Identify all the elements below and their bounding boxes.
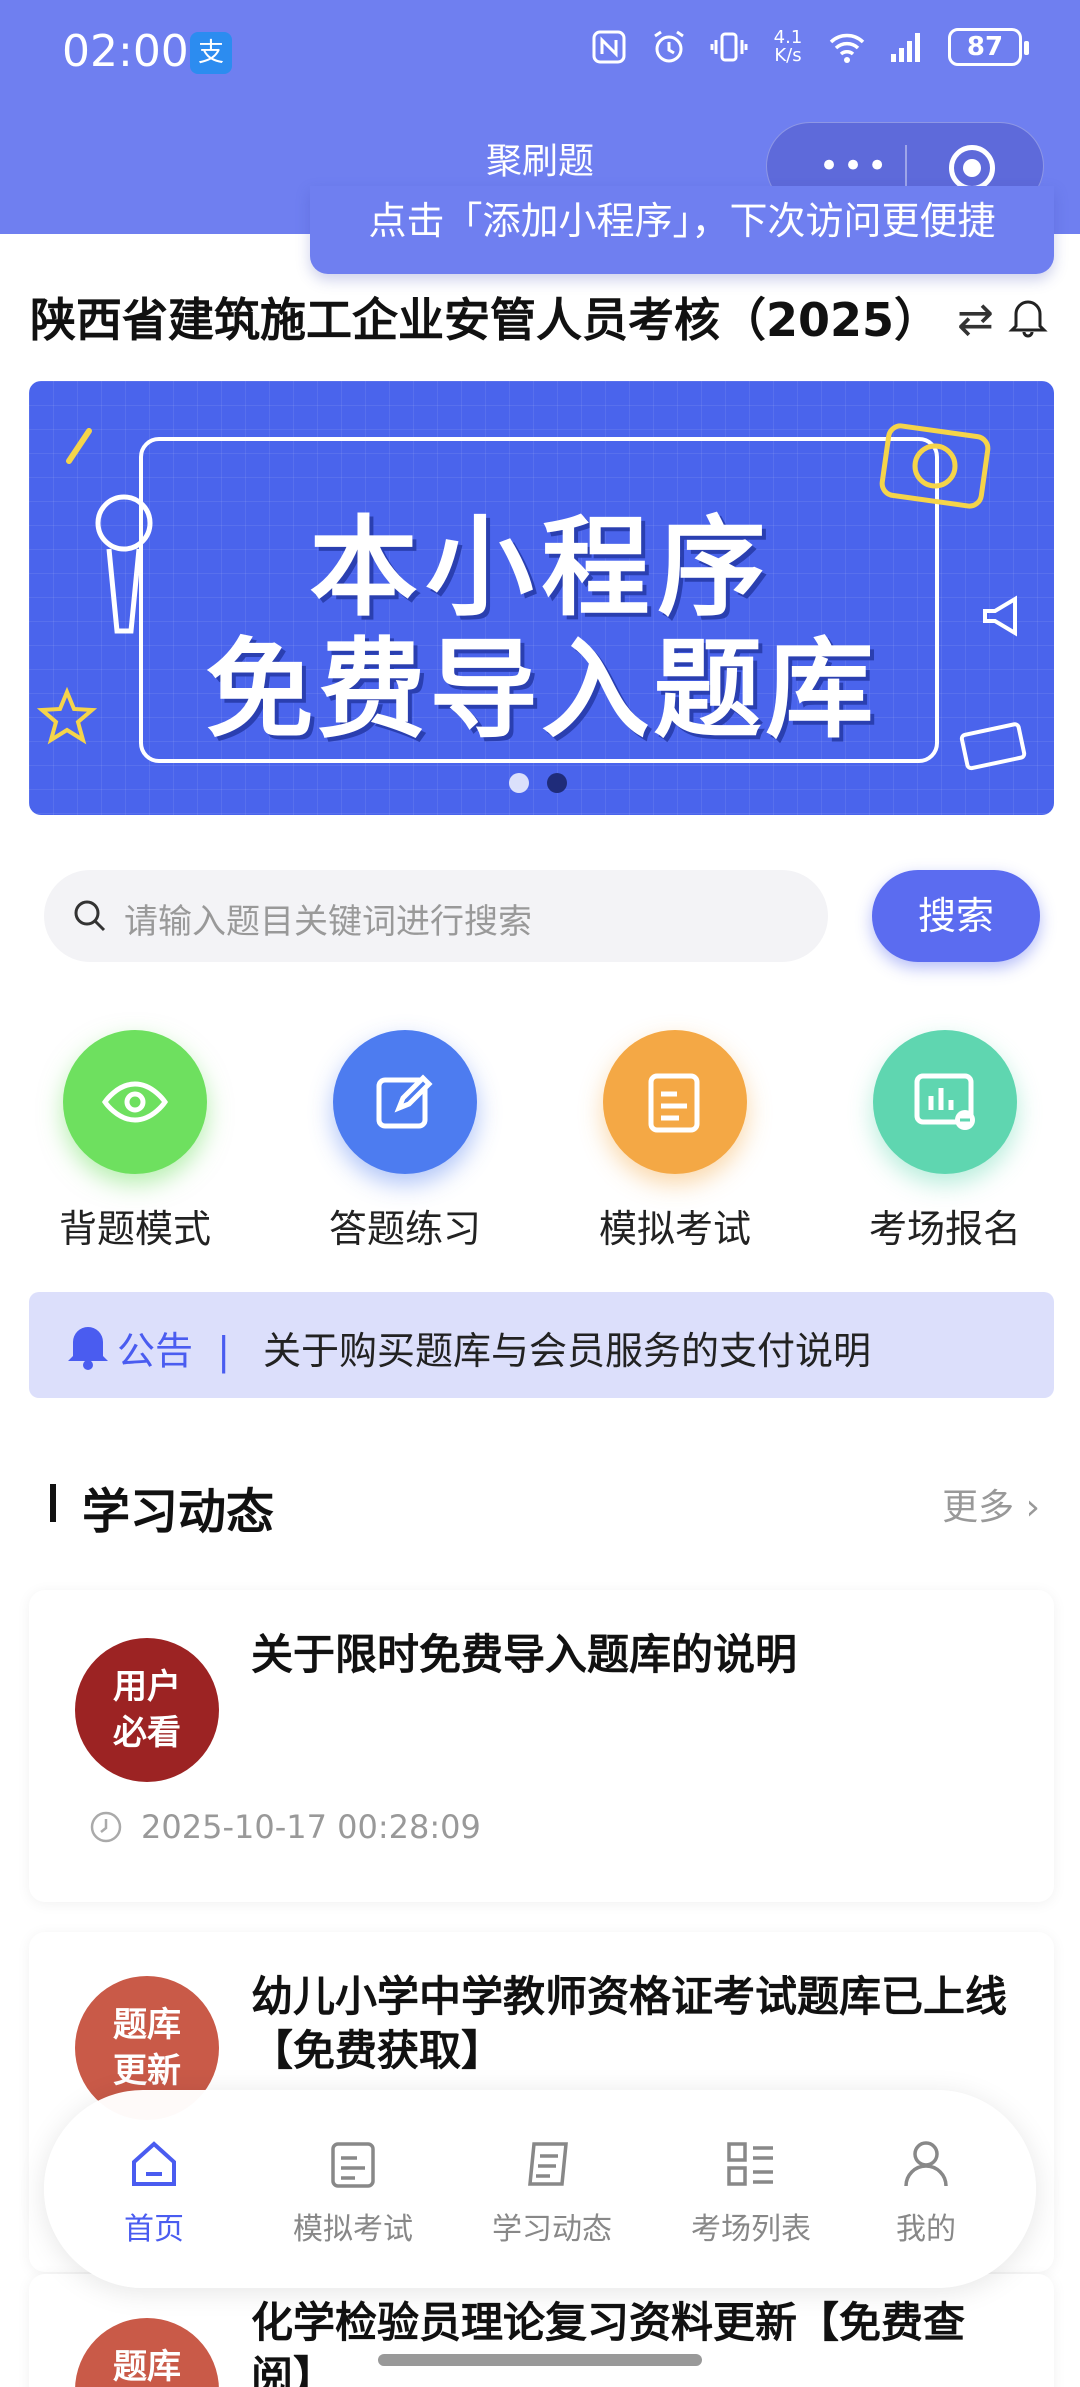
page-title: 陕西省建筑施工企业安管人员考核（2025） xyxy=(30,293,941,347)
exam-tab-icon xyxy=(331,2142,375,2188)
notice-label: 公告 | xyxy=(117,1329,230,1373)
notice-separator: | xyxy=(217,1329,230,1373)
chevron-right-icon: › xyxy=(1025,1487,1040,1528)
quick-action-recite[interactable]: 背题模式 xyxy=(35,1030,235,1253)
search-button[interactable]: 搜索 xyxy=(872,870,1040,962)
status-icons: 4.1 K/s 87 xyxy=(590,27,1029,66)
article-thumbnail: 用户 必看 xyxy=(75,1638,219,1782)
capsule-divider xyxy=(905,145,907,189)
wifi-icon xyxy=(829,33,865,63)
eye-icon xyxy=(63,1030,207,1174)
news-icon xyxy=(528,2142,568,2186)
quick-action-label: 模拟考试 xyxy=(598,1207,751,1251)
tab-label: 我的 xyxy=(896,2212,956,2247)
search-input[interactable]: 请输入题目关键词进行搜索 xyxy=(44,870,828,962)
tab-mock-exam[interactable]: 模拟考试 xyxy=(263,2136,443,2248)
edit-icon xyxy=(333,1030,477,1174)
switch-icon[interactable]: ⇄ xyxy=(957,294,994,345)
tab-label: 首页 xyxy=(124,2212,184,2247)
article-thumbnail: 题库 xyxy=(75,2318,219,2387)
home-indicator[interactable] xyxy=(378,2354,702,2366)
net-speed: 4.1 K/s xyxy=(773,27,803,66)
carousel-indicator xyxy=(509,773,567,793)
more-icon[interactable]: ••• xyxy=(819,149,891,183)
user-icon xyxy=(904,2141,948,2187)
search-icon xyxy=(74,900,106,932)
tab-exam-venues[interactable]: 考场列表 xyxy=(661,2136,841,2248)
tab-label: 学习动态 xyxy=(492,2212,612,2247)
page-content: 陕西省建筑施工企业安管人员考核（2025） ⇄ 本小程序 免费导入题库 请输入题… xyxy=(0,234,1080,2387)
alarm-icon xyxy=(654,30,684,63)
alipay-icon: 支 xyxy=(190,32,232,74)
tab-profile[interactable]: 我的 xyxy=(836,2136,1016,2248)
banner-line2: 免费导入题库 xyxy=(205,628,878,753)
exam-icon xyxy=(603,1030,747,1174)
notice-text: 关于购买题库与会员服务的支付说明 xyxy=(263,1329,872,1373)
chart-icon xyxy=(873,1030,1017,1174)
more-link[interactable]: 更多 › xyxy=(942,1478,1040,1530)
article-title: 化学检验员理论复习资料更新【免费查阅】 xyxy=(251,2298,966,2387)
list-icon xyxy=(727,2142,773,2186)
quick-action-label: 答题练习 xyxy=(328,1207,481,1251)
tab-study-news[interactable]: 学习动态 xyxy=(462,2136,642,2248)
nfc-icon xyxy=(592,30,626,64)
quick-action-mock-exam[interactable]: 模拟考试 xyxy=(575,1030,775,1253)
article-title: 幼儿小学中学教师资格证考试题库已上线【免费获取】 xyxy=(251,1972,1008,2075)
section-marker xyxy=(50,1484,56,1522)
carousel-dot-active[interactable] xyxy=(547,773,567,793)
vibrate-icon xyxy=(710,32,748,62)
search-row: 请输入题目关键词进行搜索 搜索 xyxy=(44,870,1040,962)
quick-action-label: 背题模式 xyxy=(58,1207,211,1251)
bell-icon[interactable] xyxy=(1006,294,1050,338)
signal-icon xyxy=(891,33,920,62)
section-title: 学习动态 xyxy=(82,1484,275,1540)
paperclip-icon xyxy=(66,428,92,464)
quick-actions: 背题模式 答题练习 模拟考试 考场报名 xyxy=(0,1030,1080,1260)
article-card[interactable]: 题库 化学检验员理论复习资料更新【免费查阅】 xyxy=(29,2274,1054,2387)
notice-bell-icon xyxy=(68,1327,108,1370)
status-bar: 02:00 支 4.1 K/s 87 xyxy=(0,22,1080,82)
article-title: 关于限时免费导入题库的说明 xyxy=(251,1630,798,1679)
tab-home[interactable]: 首页 xyxy=(64,2136,244,2248)
bottom-tab-bar: 首页 模拟考试 学习动态 考场列表 我的 xyxy=(44,2090,1036,2288)
close-miniprogram-icon[interactable] xyxy=(949,145,995,191)
article-card[interactable]: 用户 必看 关于限时免费导入题库的说明 2025-10-17 00:28:09 xyxy=(29,1590,1054,1902)
notice-bar[interactable]: 公告 | 关于购买题库与会员服务的支付说明 xyxy=(29,1292,1054,1398)
quick-action-practice[interactable]: 答题练习 xyxy=(305,1030,505,1253)
tab-label: 考场列表 xyxy=(691,2212,811,2247)
quick-action-register[interactable]: 考场报名 xyxy=(845,1030,1045,1253)
search-placeholder: 请输入题目关键词进行搜索 xyxy=(124,902,532,942)
battery-indicator: 87 xyxy=(948,28,1029,66)
add-miniprogram-tip[interactable]: 点击「添加小程序」，下次访问更便捷 xyxy=(310,186,1054,274)
carousel-dot[interactable] xyxy=(509,773,529,793)
quick-action-label: 考场报名 xyxy=(868,1207,1021,1251)
article-date: 2025-10-17 00:28:09 xyxy=(141,1808,481,1846)
status-time: 02:00 xyxy=(62,26,189,77)
header-row: 陕西省建筑施工企业安管人员考核（2025） ⇄ xyxy=(30,264,1050,347)
home-icon xyxy=(132,2141,176,2186)
promo-banner[interactable]: 本小程序 免费导入题库 xyxy=(29,381,1054,815)
tab-label: 模拟考试 xyxy=(293,2212,413,2247)
clock-icon xyxy=(90,1811,122,1843)
